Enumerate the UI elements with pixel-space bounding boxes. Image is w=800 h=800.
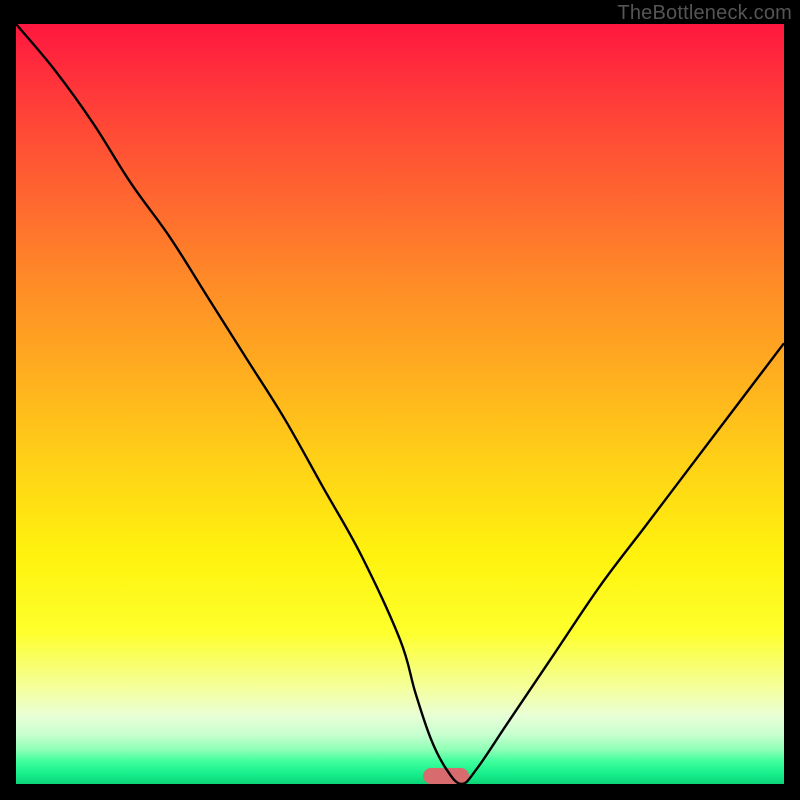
chart-frame: TheBottleneck.com [0, 0, 800, 800]
bottleneck-curve [16, 24, 784, 784]
bottleneck-curve-path [16, 24, 784, 784]
attribution-text: TheBottleneck.com [617, 2, 792, 25]
plot-area [16, 24, 784, 784]
